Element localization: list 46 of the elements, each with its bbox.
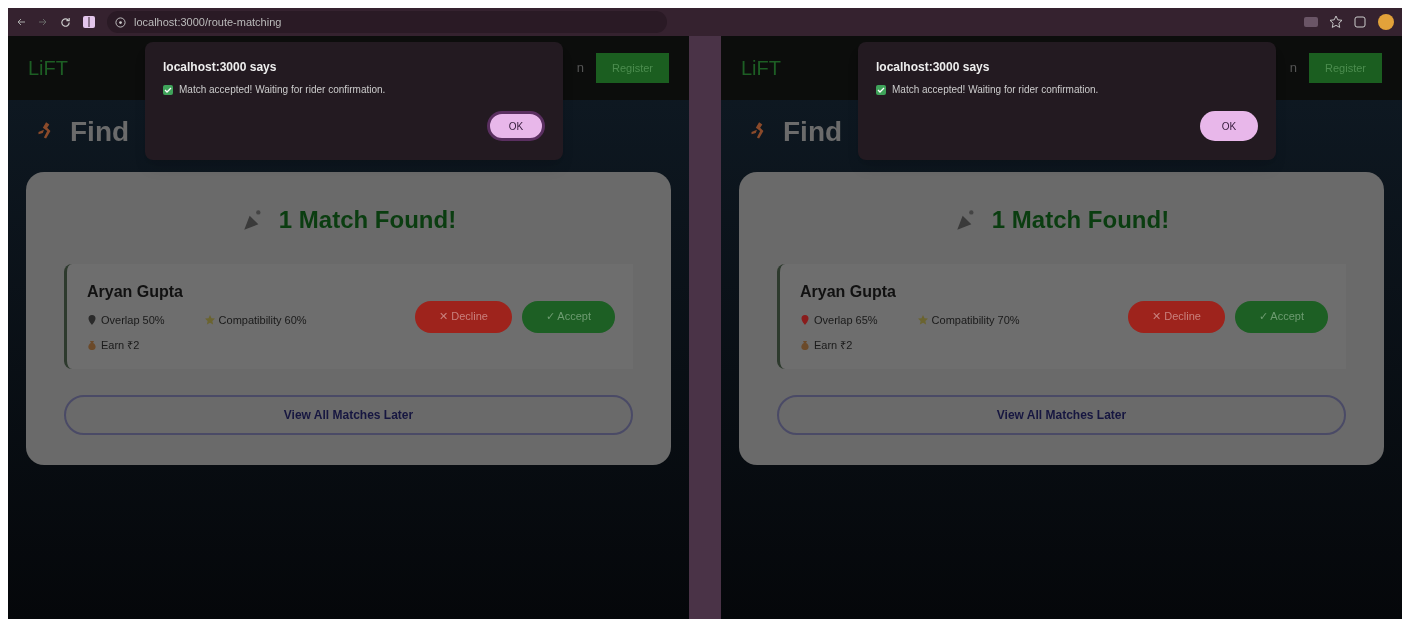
forward-icon[interactable] xyxy=(38,17,48,27)
check-box-icon xyxy=(876,84,886,95)
star-bookmark-icon[interactable] xyxy=(1330,16,1342,28)
split-view-icon[interactable] xyxy=(83,16,95,28)
page-heading: Find xyxy=(783,115,843,149)
url-text: localhost:3000/route-matching xyxy=(134,14,282,30)
star-icon xyxy=(917,315,928,326)
earn-text: Earn ₹2 xyxy=(101,337,140,353)
overlap-text: Overlap 50% xyxy=(101,313,165,328)
earn-text: Earn ₹2 xyxy=(814,337,853,353)
nav-link[interactable]: n xyxy=(1289,58,1298,78)
accept-button[interactable]: ✓ Accept xyxy=(521,300,615,333)
check-box-icon xyxy=(163,84,173,95)
decline-button[interactable]: ✕ Decline xyxy=(415,300,512,333)
app-logo[interactable]: LiFT xyxy=(741,53,781,83)
results-title: 1 Match Found! xyxy=(278,205,457,235)
pin-icon xyxy=(87,315,97,326)
money-bag-icon xyxy=(800,339,810,350)
money-bag-icon xyxy=(87,339,97,350)
site-info-icon[interactable] xyxy=(115,16,126,28)
dialog-title: localhost:3000 says xyxy=(876,59,991,76)
reload-icon[interactable] xyxy=(60,16,71,28)
app-logo[interactable]: LiFT xyxy=(28,53,68,83)
back-icon[interactable] xyxy=(16,17,26,27)
profile-avatar-icon[interactable] xyxy=(1378,14,1394,30)
rider-name: Aryan Gupta xyxy=(87,282,184,302)
extensions-icon[interactable] xyxy=(1354,16,1366,28)
dialog-title: localhost:3000 says xyxy=(163,59,278,76)
compatibility-text: Compatibility 70% xyxy=(931,313,1020,328)
compatibility-text: Compatibility 60% xyxy=(218,313,307,328)
decline-button[interactable]: ✕ Decline xyxy=(1128,300,1225,333)
page-heading: Find xyxy=(70,115,130,149)
results-title: 1 Match Found! xyxy=(991,205,1170,235)
ok-button[interactable]: OK xyxy=(487,111,545,141)
view-later-button[interactable]: View All Matches Later xyxy=(64,395,633,435)
rider-name: Aryan Gupta xyxy=(800,282,897,302)
ok-button[interactable]: OK xyxy=(1200,111,1258,141)
dialog-message: Match accepted! Waiting for rider confirmation. xyxy=(179,83,386,97)
view-later-button[interactable]: View All Matches Later xyxy=(777,395,1346,435)
accept-button[interactable]: ✓ Accept xyxy=(1234,300,1328,333)
address-bar[interactable]: localhost:3000/route-matching xyxy=(107,11,667,33)
pin-icon xyxy=(800,315,810,326)
overlap-text: Overlap 65% xyxy=(814,313,878,328)
star-icon xyxy=(204,315,215,326)
nav-link[interactable]: n xyxy=(576,58,585,78)
dialog-message: Match accepted! Waiting for rider confirmation. xyxy=(892,83,1099,97)
